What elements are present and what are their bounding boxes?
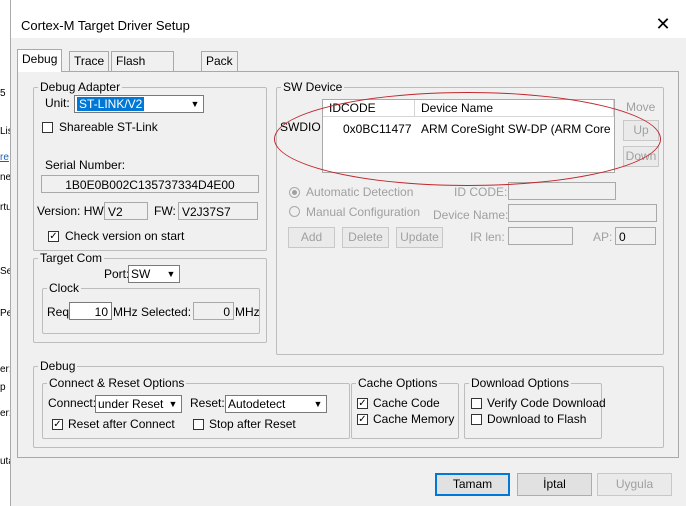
chevron-down-icon: ▼ bbox=[313, 399, 323, 409]
reset-label: Reset: bbox=[190, 396, 225, 410]
target-driver-setup-dialog: Cortex-M Target Driver Setup ✕ Debug Tra… bbox=[10, 0, 686, 506]
version-hw-label: Version: HW: bbox=[37, 204, 107, 218]
bg-fragment: 5 bbox=[0, 88, 6, 99]
mhz-label: MHz bbox=[235, 305, 260, 319]
window-title: Cortex-M Target Driver Setup bbox=[21, 18, 190, 33]
cache-memory-label: Cache Memory bbox=[373, 412, 455, 426]
fw-label: FW: bbox=[154, 204, 176, 218]
reset-select[interactable]: Autodetect ▼ bbox=[225, 395, 327, 413]
device-name-label: Device Name: bbox=[433, 208, 509, 222]
ok-button[interactable]: Tamam bbox=[435, 473, 510, 496]
download-to-flash-checkbox[interactable] bbox=[471, 414, 482, 425]
cache-code-label: Cache Code bbox=[373, 396, 440, 410]
annotation-ellipse bbox=[274, 92, 661, 186]
serial-number-field: 1B0E0B002C135737334D4E00 bbox=[41, 175, 259, 193]
title-bar: Cortex-M Target Driver Setup ✕ bbox=[11, 0, 686, 38]
manual-config-radio[interactable] bbox=[289, 206, 300, 217]
chevron-down-icon: ▼ bbox=[166, 269, 176, 279]
connect-select[interactable]: under Reset ▼ bbox=[95, 395, 182, 413]
bg-fragment: re bbox=[0, 152, 9, 163]
cache-options-legend: Cache Options bbox=[358, 376, 438, 390]
unit-label: Unit: bbox=[45, 96, 70, 110]
clock-legend: Clock bbox=[49, 281, 80, 295]
auto-detection-label: Automatic Detection bbox=[306, 185, 414, 199]
delete-button[interactable]: Delete bbox=[342, 227, 389, 248]
target-com-legend: Target Com bbox=[40, 251, 103, 265]
cache-memory-checkbox[interactable]: ✓ bbox=[357, 414, 368, 425]
close-icon[interactable]: ✕ bbox=[651, 12, 675, 36]
check-version-checkbox[interactable]: ✓ bbox=[48, 231, 59, 242]
serial-number-label: Serial Number: bbox=[45, 158, 126, 172]
tab-pack[interactable]: Pack bbox=[201, 51, 238, 71]
req-clock-input[interactable]: 10 bbox=[69, 302, 112, 320]
debug-adapter-legend: Debug Adapter bbox=[40, 80, 121, 94]
fw-version-field: V2J37S7 bbox=[178, 202, 258, 220]
chevron-down-icon: ▼ bbox=[168, 399, 178, 409]
check-version-label: Check version on start bbox=[65, 229, 185, 243]
ir-len-label: IR len: bbox=[470, 230, 505, 244]
stop-after-reset-checkbox[interactable] bbox=[193, 419, 204, 430]
stop-after-reset-label: Stop after Reset bbox=[209, 417, 296, 431]
unit-select[interactable]: ST-LINK/V2 ▼ bbox=[74, 95, 204, 113]
device-name-field[interactable] bbox=[508, 204, 657, 222]
hw-version-field: V2 bbox=[104, 202, 148, 220]
tab-debug[interactable]: Debug bbox=[17, 49, 63, 72]
unit-value: ST-LINK/V2 bbox=[77, 97, 145, 111]
shareable-checkbox[interactable] bbox=[42, 122, 53, 133]
update-button[interactable]: Update bbox=[396, 227, 443, 248]
bg-fragment: p bbox=[0, 382, 6, 393]
id-code-label: ID CODE: bbox=[454, 185, 508, 199]
selected-clock-field: 0 bbox=[193, 302, 234, 320]
debug-options-legend: Debug bbox=[40, 359, 76, 373]
add-button[interactable]: Add bbox=[288, 227, 335, 248]
connect-value: under Reset bbox=[98, 397, 164, 411]
reset-after-connect-label: Reset after Connect bbox=[68, 417, 175, 431]
chevron-down-icon: ▼ bbox=[190, 99, 200, 109]
port-select[interactable]: SW ▼ bbox=[128, 265, 180, 283]
tab-trace[interactable]: Trace bbox=[69, 51, 110, 71]
auto-detection-radio[interactable] bbox=[289, 187, 300, 198]
id-code-field[interactable] bbox=[508, 182, 616, 200]
reset-after-connect-checkbox[interactable]: ✓ bbox=[52, 419, 63, 430]
shareable-label: Shareable ST-Link bbox=[59, 120, 158, 134]
verify-download-label: Verify Code Download bbox=[487, 396, 606, 410]
download-to-flash-label: Download to Flash bbox=[487, 412, 587, 426]
port-label: Port: bbox=[104, 267, 130, 281]
download-options-legend: Download Options bbox=[471, 376, 570, 390]
ir-len-field[interactable] bbox=[508, 227, 573, 245]
sw-device-legend: SW Device bbox=[283, 80, 343, 94]
apply-button[interactable]: Uygula bbox=[597, 473, 672, 496]
debug-tab-page: Debug Adapter Unit: ST-LINK/V2 ▼ Shareab… bbox=[17, 71, 679, 458]
connect-reset-legend: Connect & Reset Options bbox=[49, 376, 185, 390]
reset-value: Autodetect bbox=[228, 397, 286, 411]
manual-config-label: Manual Configuration bbox=[306, 205, 421, 219]
mhz-label: MHz bbox=[113, 305, 138, 319]
move-label: Move bbox=[626, 100, 656, 114]
connect-label: Connect: bbox=[48, 396, 97, 410]
ap-label: AP: bbox=[593, 230, 613, 244]
ap-field[interactable]: 0 bbox=[615, 227, 656, 245]
cache-code-checkbox[interactable]: ✓ bbox=[357, 398, 368, 409]
selected-label: Selected: bbox=[141, 305, 192, 319]
tab-flash-download[interactable]: Flash Download bbox=[111, 51, 175, 87]
verify-download-checkbox[interactable] bbox=[471, 398, 482, 409]
cancel-button[interactable]: İptal bbox=[517, 473, 592, 496]
port-value: SW bbox=[131, 267, 151, 281]
